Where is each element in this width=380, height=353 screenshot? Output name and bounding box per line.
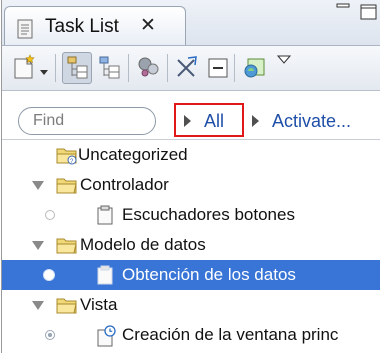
task-icon bbox=[96, 205, 114, 230]
find-input[interactable] bbox=[18, 107, 156, 135]
task-inactive-icon[interactable] bbox=[45, 210, 55, 220]
tree-row-category[interactable]: Controlador bbox=[2, 170, 380, 200]
toolbar-separator bbox=[167, 54, 168, 82]
new-task-icon[interactable] bbox=[12, 54, 36, 85]
scheduled-task-icon bbox=[96, 325, 116, 352]
expanded-triangle-icon[interactable] bbox=[32, 181, 44, 190]
folder-icon bbox=[56, 235, 78, 260]
folder-icon bbox=[56, 175, 78, 200]
toolbar-separator bbox=[55, 54, 56, 82]
tree-row-label: Creación de la ventana princ bbox=[122, 325, 339, 344]
task-active-icon[interactable] bbox=[44, 270, 54, 280]
toolbar-separator bbox=[128, 54, 129, 82]
sync-icon[interactable] bbox=[136, 54, 162, 85]
filter-bar: All Activate... bbox=[2, 91, 380, 140]
tree-row-category[interactable]: Vista bbox=[2, 290, 380, 320]
task-scheduled-icon[interactable] bbox=[45, 330, 55, 340]
close-icon[interactable]: ✕ bbox=[140, 14, 156, 37]
triangle-right-icon bbox=[184, 115, 191, 127]
hide-completed-icon[interactable] bbox=[174, 54, 200, 85]
maximize-icon[interactable] bbox=[360, 4, 378, 25]
tree-row-label: Modelo de datos bbox=[80, 235, 206, 254]
tab-title: Task List bbox=[45, 16, 119, 37]
view-tab-bar: Task List ✕ bbox=[2, 0, 380, 46]
tree-row-category[interactable]: Modelo de datos bbox=[2, 230, 380, 260]
tree-row-label: Vista bbox=[80, 295, 118, 314]
folder-icon bbox=[56, 295, 78, 320]
activate-link[interactable]: Activate... bbox=[272, 111, 351, 132]
task-list-icon bbox=[17, 19, 33, 44]
toolbar-separator bbox=[234, 54, 235, 82]
tree-row-label: Obtención de los datos bbox=[122, 265, 296, 284]
uncategorized-folder-icon: ? bbox=[56, 145, 78, 170]
view-toolbar bbox=[2, 46, 380, 91]
tree-row-task[interactable]: Creación de la ventana princ bbox=[2, 320, 380, 350]
tree-row-label: Uncategorized bbox=[78, 145, 188, 164]
tree-row-category[interactable]: ? Uncategorized bbox=[2, 140, 380, 170]
task-list-view: Task List ✕ Find All Activate... ? Uncat… bbox=[1, 0, 380, 353]
expanded-triangle-icon[interactable] bbox=[32, 241, 44, 250]
tree-row-label: Escuchadores botones bbox=[122, 205, 295, 224]
tree-row-task[interactable]: Escuchadores botones bbox=[2, 200, 380, 230]
expanded-triangle-icon[interactable] bbox=[32, 301, 44, 310]
tree-row-label: Controlador bbox=[80, 175, 169, 194]
task-icon bbox=[96, 265, 114, 290]
tree-row-task-selected[interactable]: Obtención de los datos bbox=[2, 260, 380, 290]
scheduled-view-icon[interactable] bbox=[98, 54, 122, 85]
tab-task-list[interactable]: Task List ✕ bbox=[4, 6, 186, 45]
working-set-icon[interactable] bbox=[242, 54, 268, 85]
triangle-right-icon bbox=[252, 115, 259, 127]
minimize-icon[interactable] bbox=[336, 2, 352, 21]
collapse-all-icon[interactable] bbox=[206, 54, 230, 85]
view-menu-icon[interactable] bbox=[276, 52, 292, 70]
all-link[interactable]: All bbox=[204, 111, 224, 132]
dropdown-arrow-icon[interactable] bbox=[39, 64, 49, 82]
categorized-view-icon[interactable] bbox=[66, 54, 90, 85]
